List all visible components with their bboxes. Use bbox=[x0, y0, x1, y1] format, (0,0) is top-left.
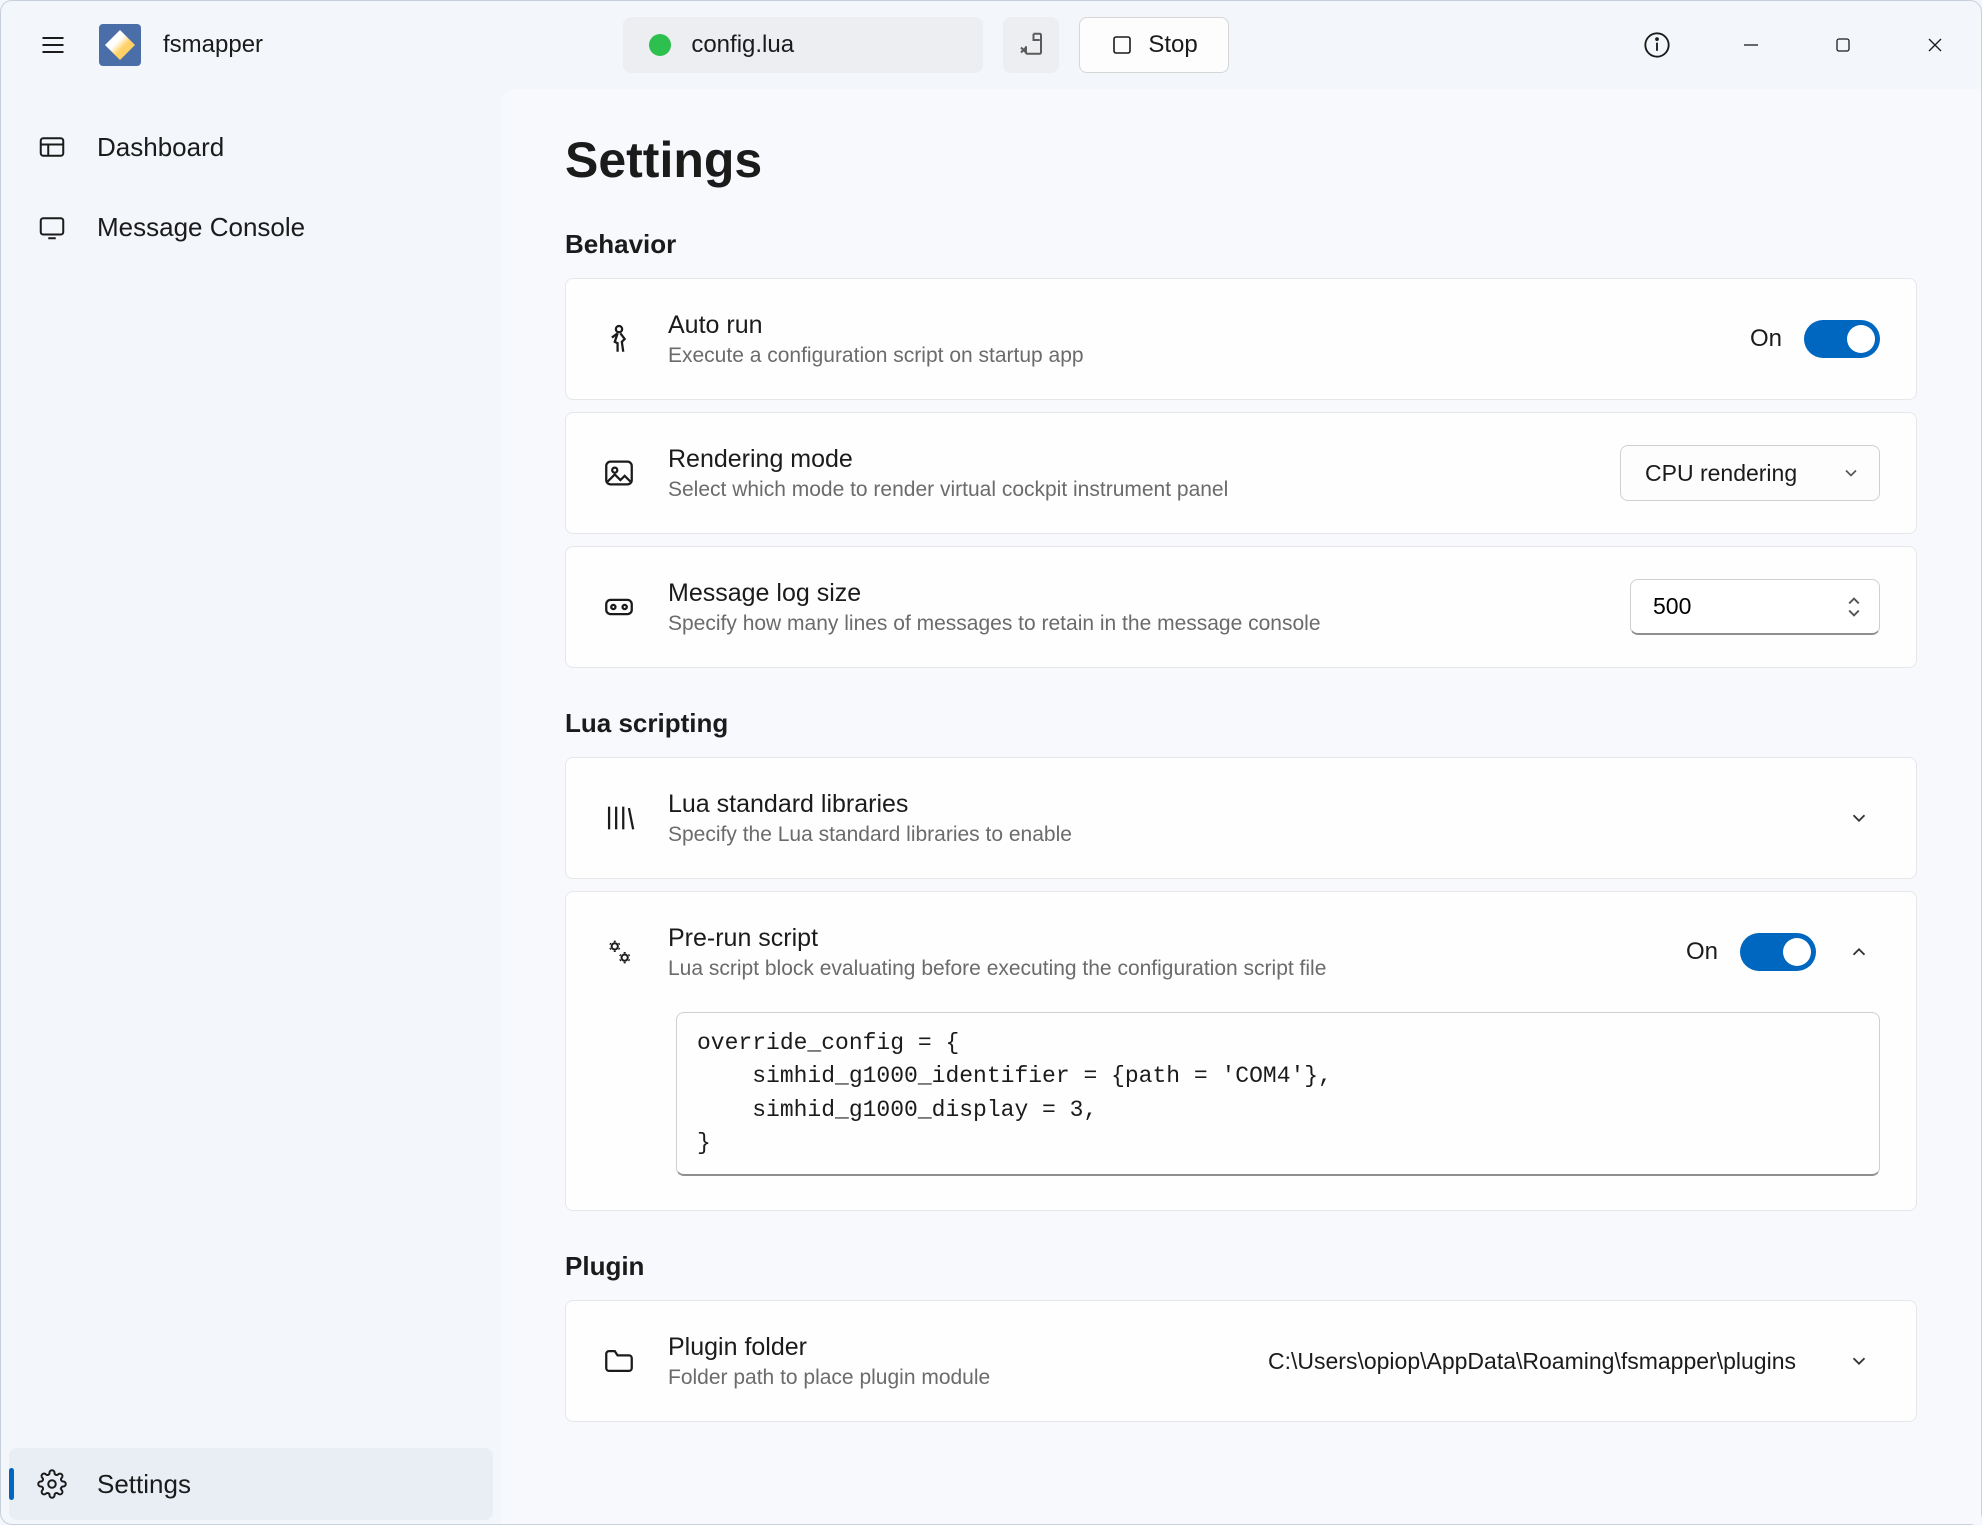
setting-title: Message log size bbox=[668, 579, 1598, 608]
chevron-down-icon bbox=[1841, 463, 1861, 483]
setting-desc: Execute a configuration script on startu… bbox=[668, 344, 1718, 368]
maximize-button[interactable] bbox=[1797, 19, 1889, 71]
close-button[interactable] bbox=[1889, 19, 1981, 71]
setting-title: Plugin folder bbox=[668, 1333, 1236, 1362]
toggle-state-label: On bbox=[1686, 938, 1718, 966]
setting-desc: Lua script block evaluating before execu… bbox=[668, 957, 1654, 981]
setting-card-message-log-size: Message log size Specify how many lines … bbox=[565, 546, 1917, 668]
minimize-button[interactable] bbox=[1705, 19, 1797, 71]
setting-title: Auto run bbox=[668, 311, 1718, 340]
prerun-toggle[interactable] bbox=[1740, 933, 1816, 971]
app-title: fsmapper bbox=[163, 31, 263, 59]
setting-card-rendering-mode: Rendering mode Select which mode to rend… bbox=[565, 412, 1917, 534]
window-controls bbox=[1705, 19, 1981, 71]
setting-title: Lua standard libraries bbox=[668, 790, 1806, 819]
log-icon bbox=[602, 590, 636, 624]
stop-button[interactable]: Stop bbox=[1079, 17, 1228, 73]
menu-button[interactable] bbox=[25, 17, 81, 73]
setting-card-prerun-script: Pre-run script Lua script block evaluati… bbox=[565, 891, 1917, 1211]
setting-card-lua-std-libs: Lua standard libraries Specify the Lua s… bbox=[565, 757, 1917, 879]
rendering-mode-dropdown[interactable]: CPU rendering bbox=[1620, 445, 1880, 501]
message-log-size-field[interactable] bbox=[1653, 593, 1793, 620]
sidebar-item-dashboard[interactable]: Dashboard bbox=[9, 111, 493, 183]
plugin-folder-path: C:\Users\opiop\AppData\Roaming\fsmapper\… bbox=[1268, 1348, 1796, 1375]
open-file-button[interactable] bbox=[1003, 17, 1059, 73]
collapse-button[interactable] bbox=[1838, 931, 1880, 973]
expand-button[interactable] bbox=[1838, 1340, 1880, 1382]
setting-card-auto-run: Auto run Execute a configuration script … bbox=[565, 278, 1917, 400]
sidebar: Dashboard Message Console Settings bbox=[1, 89, 501, 1524]
app-icon bbox=[99, 24, 141, 66]
setting-desc: Specify how many lines of messages to re… bbox=[668, 612, 1598, 636]
expand-button[interactable] bbox=[1838, 797, 1880, 839]
spin-icon bbox=[1845, 595, 1863, 619]
setting-title: Rendering mode bbox=[668, 445, 1588, 474]
chevron-down-icon bbox=[1848, 807, 1870, 829]
folder-icon bbox=[602, 1344, 636, 1378]
setting-desc: Folder path to place plugin module bbox=[668, 1366, 1236, 1390]
titlebar-center: config.lua Stop bbox=[263, 17, 1589, 73]
section-title-lua: Lua scripting bbox=[565, 708, 1917, 739]
sidebar-item-message-console[interactable]: Message Console bbox=[9, 191, 493, 263]
setting-card-plugin-folder: Plugin folder Folder path to place plugi… bbox=[565, 1300, 1917, 1422]
prerun-script-textarea[interactable]: override_config = { simhid_g1000_identif… bbox=[676, 1012, 1880, 1176]
section-title-plugin: Plugin bbox=[565, 1251, 1917, 1282]
main-content: Settings Behavior Auto run Execute a con… bbox=[501, 89, 1981, 1524]
info-button[interactable] bbox=[1629, 17, 1685, 73]
file-pill[interactable]: config.lua bbox=[623, 17, 983, 73]
chevron-down-icon bbox=[1848, 1350, 1870, 1372]
dropdown-value: CPU rendering bbox=[1645, 460, 1797, 487]
sidebar-item-label: Message Console bbox=[97, 212, 305, 243]
titlebar: fsmapper config.lua Stop bbox=[1, 1, 1981, 89]
chevron-up-icon bbox=[1848, 941, 1870, 963]
file-name: config.lua bbox=[691, 31, 794, 59]
status-indicator-icon bbox=[649, 34, 671, 56]
library-icon bbox=[602, 801, 636, 835]
setting-desc: Specify the Lua standard libraries to en… bbox=[668, 823, 1806, 847]
sidebar-item-label: Settings bbox=[97, 1469, 191, 1500]
sidebar-item-label: Dashboard bbox=[97, 132, 224, 163]
setting-desc: Select which mode to render virtual cock… bbox=[668, 478, 1588, 502]
stop-button-label: Stop bbox=[1148, 31, 1197, 59]
message-log-size-input[interactable] bbox=[1630, 579, 1880, 635]
setting-title: Pre-run script bbox=[668, 924, 1654, 953]
page-title: Settings bbox=[565, 131, 1917, 189]
auto-run-toggle[interactable] bbox=[1804, 320, 1880, 358]
auto-run-icon bbox=[602, 322, 636, 356]
toggle-state-label: On bbox=[1750, 325, 1782, 353]
image-icon bbox=[602, 456, 636, 490]
section-title-behavior: Behavior bbox=[565, 229, 1917, 260]
sidebar-item-settings[interactable]: Settings bbox=[9, 1448, 493, 1520]
gears-icon bbox=[602, 935, 636, 969]
